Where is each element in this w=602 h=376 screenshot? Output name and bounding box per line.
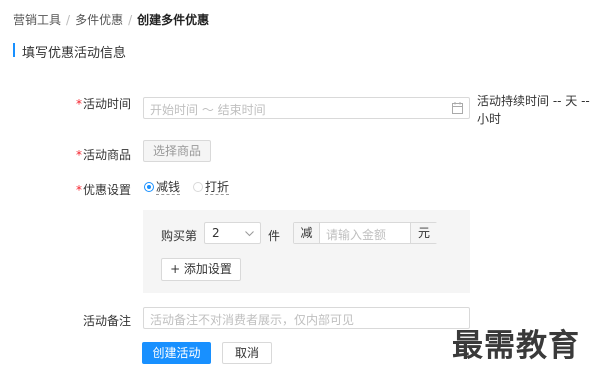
required-mark: *: [75, 148, 82, 162]
discount-label: *优惠设置: [41, 181, 131, 198]
remark-input[interactable]: 活动备注不对消费者展示，仅内部可见: [143, 307, 470, 329]
radio-discount-rate[interactable]: [193, 182, 203, 192]
buy-prefix-text: 购买第: [161, 229, 198, 243]
breadcrumb-item-multi-item-discount[interactable]: 多件优惠: [75, 13, 123, 27]
cancel-button[interactable]: 取消: [222, 342, 272, 364]
radio-reduce-money[interactable]: [144, 182, 154, 192]
breadcrumb-item-marketing-tools[interactable]: 营销工具: [13, 13, 61, 27]
quantity-value: 2: [212, 226, 220, 240]
time-label-text: 活动时间: [82, 97, 131, 111]
watermark-logo: 最需教育: [452, 328, 580, 364]
amount-placeholder: 请输入金额: [326, 228, 387, 242]
breadcrumb: 营销工具 / 多件优惠 / 创建多件优惠: [13, 11, 209, 28]
duration-line2: 小时: [477, 112, 502, 126]
discount-label-text: 优惠设置: [82, 183, 131, 197]
remark-placeholder: 活动备注不对消费者展示，仅内部可见: [150, 313, 355, 327]
radio-reduce-money-label[interactable]: 减钱: [156, 180, 181, 195]
duration-text: 活动持续时间 -- 天 -- 小时: [477, 92, 590, 128]
required-mark: *: [75, 97, 82, 111]
add-setting-button[interactable]: + 添加设置: [161, 258, 241, 281]
remark-label-text: 活动备注: [82, 314, 131, 328]
select-product-button[interactable]: 选择商品: [143, 140, 211, 162]
breadcrumb-separator: /: [66, 13, 71, 27]
time-label: *活动时间: [41, 95, 131, 112]
time-range-placeholder: 开始时间 ～ 结束时间: [150, 103, 266, 117]
minus-addon: 减: [294, 223, 320, 243]
product-label: *活动商品: [41, 146, 131, 163]
remark-label: 活动备注: [41, 312, 131, 329]
section-accent-bar: [13, 43, 15, 57]
unit-text: 件: [268, 229, 281, 243]
amount-input-group: 减 请输入金额 元: [293, 222, 437, 244]
currency-addon: 元: [410, 223, 437, 243]
duration-line1: 活动持续时间 -- 天 --: [477, 94, 590, 108]
amount-input[interactable]: 请输入金额: [320, 223, 410, 243]
product-label-text: 活动商品: [82, 148, 131, 162]
breadcrumb-current: 创建多件优惠: [137, 13, 210, 27]
create-activity-button[interactable]: 创建活动: [142, 342, 211, 364]
time-range-input[interactable]: 开始时间 ～ 结束时间: [143, 97, 470, 119]
breadcrumb-separator: /: [128, 13, 133, 27]
radio-discount-rate-label[interactable]: 打折: [205, 180, 230, 195]
calendar-icon[interactable]: [452, 102, 463, 114]
chevron-down-icon: [245, 231, 254, 237]
required-mark: *: [75, 183, 82, 197]
quantity-select[interactable]: 2: [204, 222, 261, 244]
section-title: 填写优惠活动信息: [22, 46, 127, 61]
